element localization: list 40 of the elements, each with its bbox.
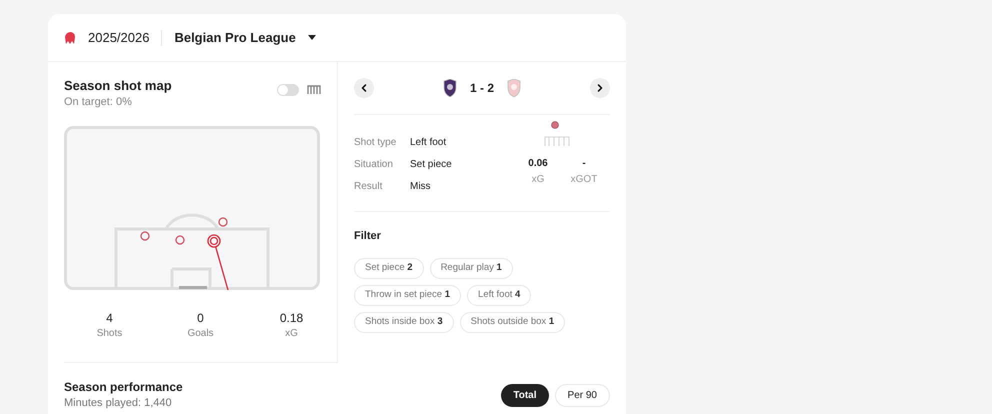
filter-chip[interactable]: Left foot 4	[467, 284, 532, 306]
mode-tab[interactable]: Total	[501, 384, 549, 406]
filter-chip[interactable]: Throw in set piece 1	[354, 284, 462, 306]
metric-value: -	[582, 157, 586, 171]
detail-label: Situation	[354, 158, 394, 172]
season-label: 2025/2026	[88, 28, 150, 47]
stat-label: Goals	[187, 327, 214, 341]
stat-value: 0	[197, 310, 204, 326]
detail-value: Set piece	[410, 158, 452, 172]
team-crest-icon	[506, 79, 522, 97]
detail-value: Left foot	[410, 136, 446, 150]
filter-chip[interactable]: Regular play 1	[430, 258, 513, 278]
filter-chip[interactable]: Set piece 2	[354, 258, 424, 278]
section-title: Season shot map	[64, 78, 172, 94]
stat-value: 4	[106, 310, 113, 326]
section-title: Season performance	[64, 379, 183, 395]
metric-value: 0.06	[528, 157, 548, 171]
detail-label: Shot type	[354, 136, 398, 150]
lion-logo-icon	[64, 30, 76, 44]
metric-label: xGOT	[570, 173, 598, 187]
mode-tab[interactable]: Per 90	[554, 384, 610, 406]
stat-label: Shots	[96, 327, 122, 341]
previous-button[interactable]	[354, 78, 374, 98]
match-score: 1 - 2	[470, 80, 494, 97]
metric-label: xG	[532, 173, 544, 187]
filter-title: Filter	[354, 229, 382, 244]
stat-label: xG	[285, 327, 298, 341]
stat-value: 0.18	[280, 310, 304, 326]
caret-icon	[308, 35, 316, 40]
detail-label: Result	[354, 180, 384, 194]
next-button[interactable]	[590, 78, 610, 98]
minutes-played-text: Minutes played: 1,440	[64, 396, 173, 411]
team-crest-icon	[442, 79, 458, 97]
toggle-switch[interactable]	[277, 84, 299, 96]
on-target-text: On target: 0%	[64, 95, 133, 110]
detail-value: Miss	[410, 180, 431, 194]
league-dropdown[interactable]: Belgian Pro League	[174, 28, 316, 48]
goal-icon	[307, 85, 321, 95]
filter-chip[interactable]: Shots inside box 3	[354, 312, 454, 332]
filter-chip[interactable]: Shots outside box 1	[460, 312, 566, 332]
